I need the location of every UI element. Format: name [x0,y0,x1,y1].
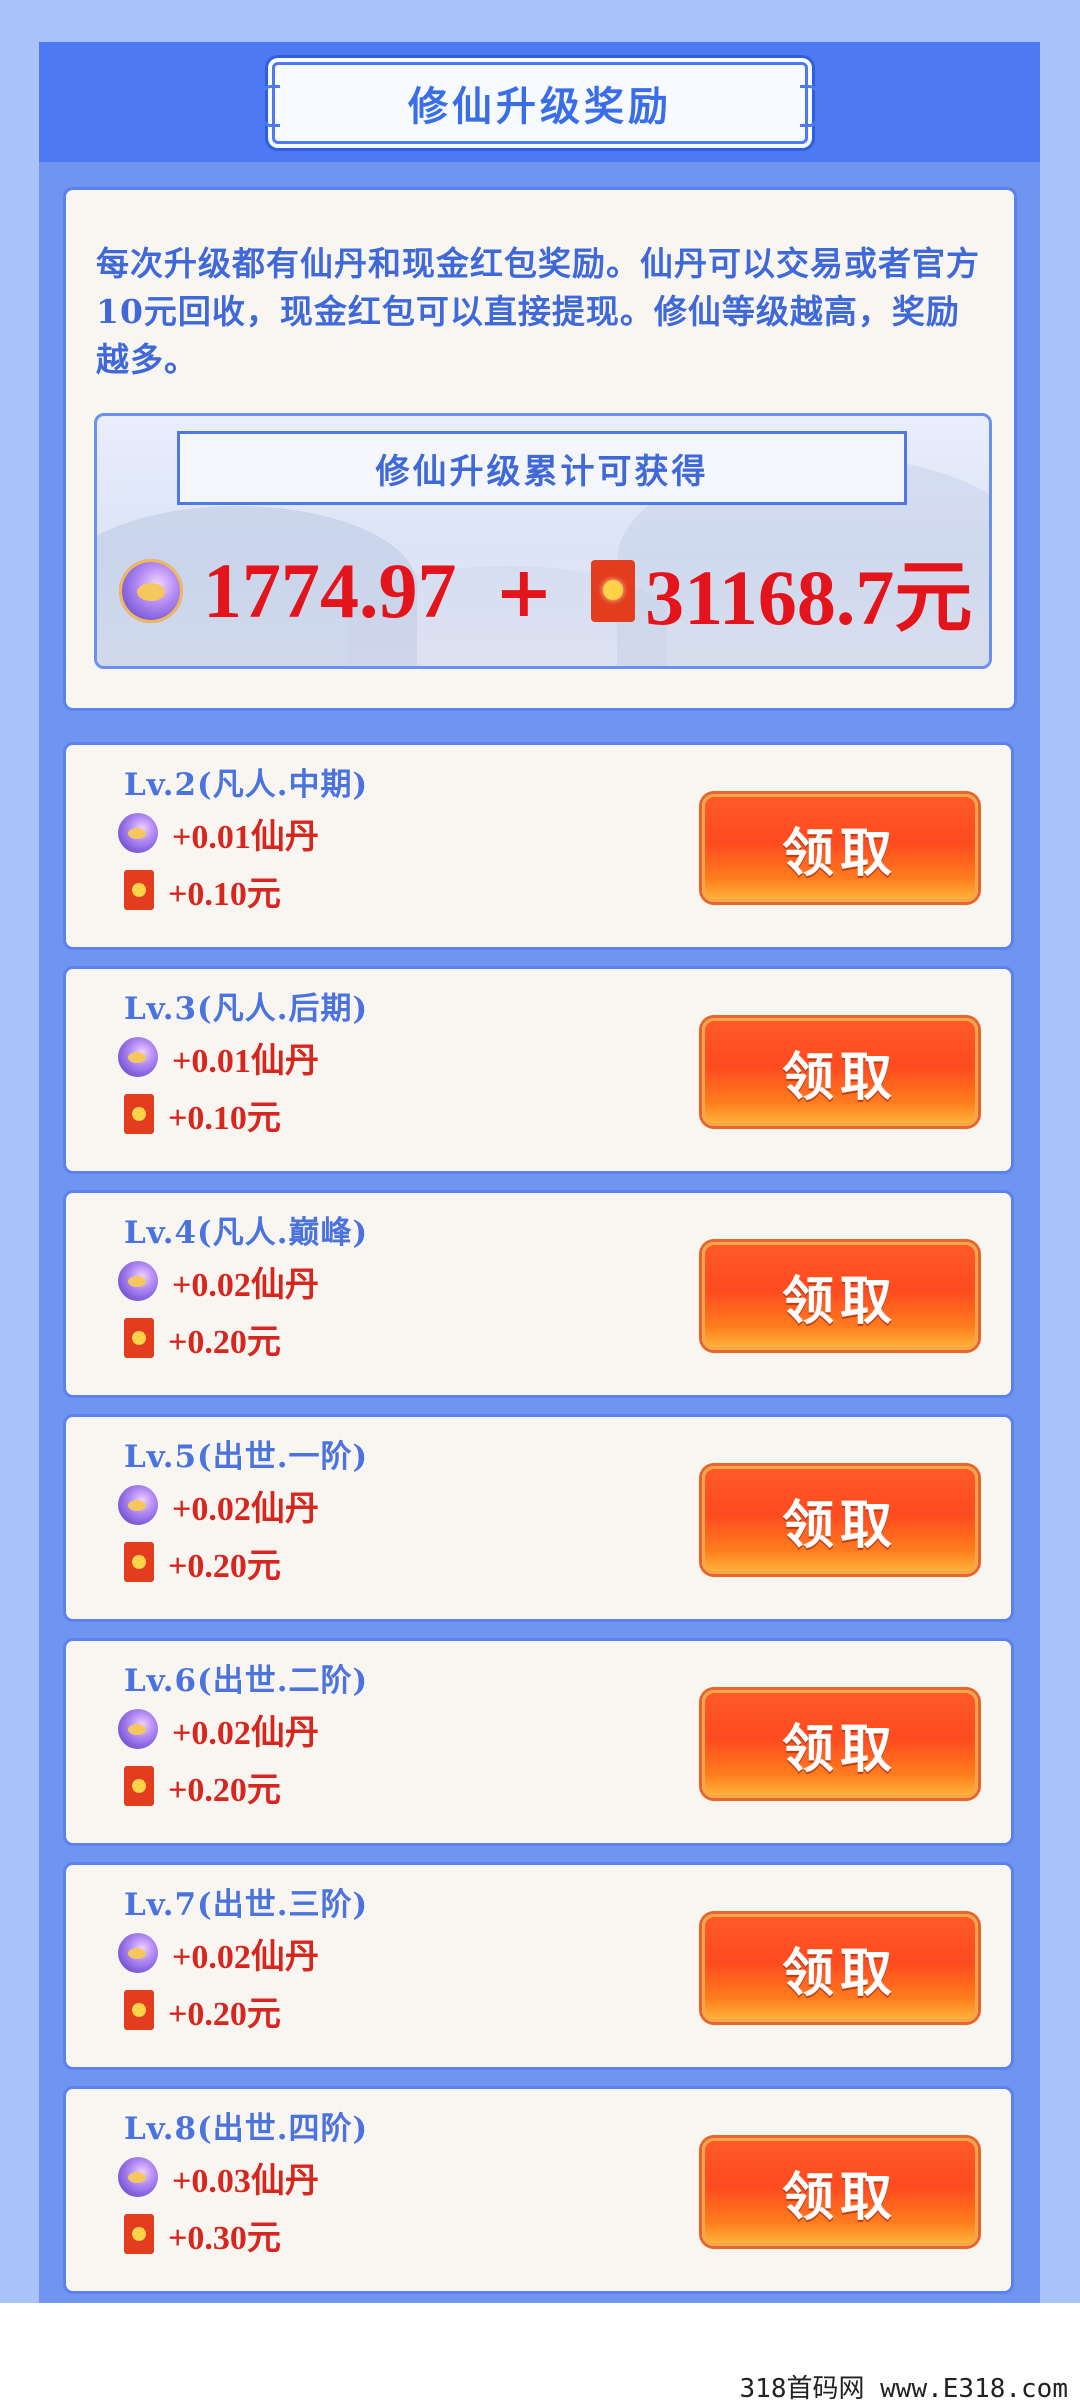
level-title: Lv.5(出世.一阶) [124,1439,369,1475]
cash-reward-text: +0.10元 [168,875,281,913]
cash-reward: +0.20元 [118,1538,281,1586]
pill-reward-text: +0.01仙丹 [172,1042,319,1080]
pill-reward: +0.03仙丹 [118,2153,319,2201]
claim-button[interactable]: 领取 [702,1242,978,1350]
info-description: 每次升级都有仙丹和现金红包奖励。仙丹可以交易或者官方10元回收，现金红包可以直接… [96,244,980,379]
cash-reward: +0.20元 [118,1986,281,2034]
cash-reward: +0.30元 [118,2210,281,2258]
pill-reward-text: +0.02仙丹 [172,1938,319,1976]
level-title: Lv.4(凡人.巅峰) [124,1215,369,1251]
cash-total: 31168.7元 [645,554,973,641]
level-title: Lv.7(出世.三阶) [124,1887,369,1923]
immortal-pill-icon [118,1037,158,1077]
level-card: Lv.4(凡人.巅峰) +0.02仙丹 +0.20元 领取 [63,1190,1014,1398]
red-envelope-icon [124,2214,154,2254]
level-title: Lv.8(出世.四阶) [124,2111,369,2147]
pill-reward-text: +0.02仙丹 [172,1714,319,1752]
claim-button-label: 领取 [781,2166,898,2228]
red-envelope-icon [124,1318,154,1358]
summary-label-box: 修仙升级累计可获得 [177,431,907,505]
immortal-pill-icon [118,1709,158,1749]
level-title: Lv.6(出世.二阶) [124,1663,369,1699]
level-card: Lv.8(出世.四阶) +0.03仙丹 +0.30元 领取 [63,2086,1014,2294]
level-title: Lv.2(凡人.中期) [124,767,369,803]
level-card: Lv.2(凡人.中期) +0.01仙丹 +0.10元 领取 [63,742,1014,950]
red-envelope-icon [124,870,154,910]
cash-reward-text: +0.30元 [168,2219,281,2257]
summary-totals: 1774.97 + 31168.7元 [119,546,972,641]
cash-reward-text: +0.20元 [168,1323,281,1361]
cash-reward-text: +0.20元 [168,1995,281,2033]
level-card: Lv.7(出世.三阶) +0.02仙丹 +0.20元 领取 [63,1862,1014,2070]
cash-reward-text: +0.20元 [168,1547,281,1585]
info-card: 每次升级都有仙丹和现金红包奖励。仙丹可以交易或者官方10元回收，现金红包可以直接… [63,187,1017,711]
cash-reward: +0.20元 [118,1762,281,1810]
claim-button-label: 领取 [781,1046,898,1108]
immortal-pill-icon [118,1933,158,1973]
pill-reward: +0.02仙丹 [118,1257,319,1305]
claim-button-label: 领取 [781,1494,898,1556]
claim-button-label: 领取 [781,1942,898,2004]
level-title: Lv.3(凡人.后期) [124,991,369,1027]
pill-reward-text: +0.02仙丹 [172,1490,319,1528]
cash-reward-text: +0.10元 [168,1099,281,1137]
title-plate: 修仙升级奖励 [261,62,819,144]
pill-total: 1774.97 [203,547,457,634]
pill-reward: +0.02仙丹 [118,1481,319,1529]
claim-button[interactable]: 领取 [702,1690,978,1798]
pill-reward-text: +0.01仙丹 [172,818,319,856]
level-card: Lv.6(出世.二阶) +0.02仙丹 +0.20元 领取 [63,1638,1014,1846]
claim-button[interactable]: 领取 [702,2138,978,2246]
pill-reward: +0.02仙丹 [118,1705,319,1753]
red-envelope-icon [124,1542,154,1582]
page-title: 修仙升级奖励 [408,83,672,130]
summary-label: 修仙升级累计可获得 [375,451,709,492]
level-card: Lv.3(凡人.后期) +0.01仙丹 +0.10元 领取 [63,966,1014,1174]
pill-reward: +0.02仙丹 [118,1929,319,1977]
pill-reward-text: +0.02仙丹 [172,1266,319,1304]
immortal-pill-icon [118,813,158,853]
level-card: Lv.5(出世.一阶) +0.02仙丹 +0.20元 领取 [63,1414,1014,1622]
red-envelope-icon [124,1094,154,1134]
claim-button[interactable]: 领取 [702,1018,978,1126]
pill-reward: +0.01仙丹 [118,809,319,857]
pill-reward-text: +0.03仙丹 [172,2162,319,2200]
cash-reward: +0.10元 [118,1090,281,1138]
claim-button-label: 领取 [781,1270,898,1332]
immortal-pill-icon [118,1261,158,1301]
red-envelope-icon [124,1990,154,2030]
summary-box: 修仙升级累计可获得 1774.97 + 31168.7元 [94,413,992,669]
claim-button[interactable]: 领取 [702,1914,978,2022]
claim-button-label: 领取 [781,1718,898,1780]
cash-reward: +0.20元 [118,1314,281,1362]
pill-reward: +0.01仙丹 [118,1033,319,1081]
immortal-pill-icon [118,2157,158,2197]
red-envelope-icon [124,1766,154,1806]
cash-reward: +0.10元 [118,866,281,914]
red-envelope-icon [591,560,636,622]
watermark: 318首码网 www.E318.com [739,2374,1068,2400]
claim-button[interactable]: 领取 [702,794,978,902]
cash-reward-text: +0.20元 [168,1771,281,1809]
plus-sign: + [494,549,554,633]
claim-button-label: 领取 [781,822,898,884]
immortal-pill-icon [119,559,183,623]
claim-button[interactable]: 领取 [702,1466,978,1574]
immortal-pill-icon [118,1485,158,1525]
